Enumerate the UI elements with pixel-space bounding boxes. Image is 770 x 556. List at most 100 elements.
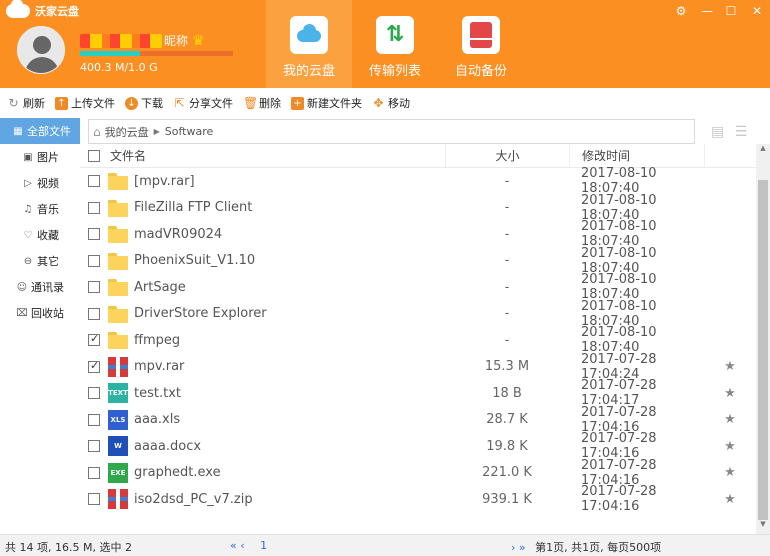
share-button[interactable]: ⇱ 分享文件 [173, 95, 233, 111]
breadcrumb-root[interactable]: 我的云盘 [105, 124, 149, 140]
sidebar-item-music[interactable]: ♫ 音乐 [0, 196, 80, 222]
file-name[interactable]: ArtSage [134, 280, 186, 295]
folder-icon [108, 251, 128, 271]
table-row[interactable]: madVR09024 - 2017-08-10 18:07:40 [80, 219, 756, 249]
header-name[interactable]: 文件名 [108, 147, 445, 164]
status-summary: 共 14 项, 16.5 M, 选中 2 [5, 541, 132, 554]
file-name[interactable]: PhoenixSuit_V1.10 [134, 253, 255, 268]
row-checkbox[interactable] [88, 307, 100, 320]
star-icon[interactable]: ★ [724, 359, 736, 374]
row-checkbox[interactable] [88, 387, 100, 400]
table-row[interactable]: EXE graphedt.exe 221.0 K 2017-07-28 17:04:1… [80, 458, 756, 488]
page-info-text: 第1页, 共1页, 每页500项 [535, 541, 662, 554]
close-button[interactable]: ✕ [750, 4, 764, 18]
delete-button[interactable]: 🗑 删除 [243, 95, 281, 111]
file-name[interactable]: ffmpeg [134, 333, 180, 348]
scroll-thumb[interactable] [758, 180, 768, 520]
download-button[interactable]: ↓ 下载 [125, 95, 163, 111]
table-row[interactable]: [mpv.rar] - 2017-08-10 18:07:40 [80, 166, 756, 197]
row-checkbox[interactable] [88, 228, 100, 241]
settings-gear-icon[interactable]: ⚙ [674, 4, 688, 18]
table-row[interactable]: TEXT test.txt 18 B 2017-07-28 17:04:17 ★ [80, 378, 756, 408]
breadcrumb: ⌂ 我的云盘 ▶ Software [88, 119, 695, 144]
file-size: - [504, 279, 510, 295]
page-info: › » 第1页, 共1页, 每页500项 [511, 539, 661, 555]
move-button[interactable]: ✥ 移动 [372, 95, 410, 111]
upload-button[interactable]: ↑ 上传文件 [55, 95, 115, 111]
sidebar-item-label: 其它 [37, 255, 59, 268]
table-row[interactable]: mpv.rar 15.3 M 2017-07-28 17:04:24 ★ [80, 352, 756, 382]
folder-icon [108, 171, 128, 191]
file-size: - [504, 226, 510, 242]
sidebar-item-video[interactable]: ▷ 视频 [0, 170, 80, 196]
sidebar-item-images[interactable]: ▣ 图片 [0, 144, 80, 170]
table-row[interactable]: ffmpeg - 2017-08-10 18:07:40 [80, 325, 756, 355]
header-date[interactable]: 修改时间 [569, 144, 704, 167]
table-row[interactable]: PhoenixSuit_V1.10 - 2017-08-10 18:07:40 [80, 246, 756, 276]
vertical-scrollbar[interactable]: ▲ ▼ [756, 144, 770, 534]
star-icon[interactable]: ★ [724, 386, 736, 401]
new-folder-label: 新建文件夹 [307, 97, 362, 110]
file-name[interactable]: FileZilla FTP Client [134, 200, 252, 215]
pager-next-button[interactable]: › » [511, 541, 526, 554]
row-checkbox[interactable] [88, 493, 100, 506]
pager-prev-button[interactable]: « ‹ [230, 539, 245, 552]
file-name[interactable]: test.txt [134, 386, 181, 401]
tab-auto-backup[interactable]: 自动备份 [438, 0, 524, 88]
row-checkbox[interactable] [88, 359, 100, 373]
minimize-button[interactable]: — [700, 4, 714, 18]
refresh-button[interactable]: ↻ 刷新 [7, 95, 45, 111]
archive-icon [108, 489, 128, 510]
quota-bar [80, 51, 233, 56]
sidebar-item-contacts[interactable]: ☺ 通讯录 [0, 274, 80, 300]
file-name[interactable]: madVR09024 [134, 227, 222, 242]
row-checkbox[interactable] [88, 175, 100, 188]
row-checkbox[interactable] [88, 440, 100, 453]
contacts-icon: ☺ [16, 281, 28, 293]
file-name[interactable]: graphedt.exe [134, 465, 221, 480]
sidebar-item-favorites[interactable]: ♡ 收藏 [0, 222, 80, 248]
select-all-checkbox[interactable] [88, 149, 100, 162]
sidebar-item-label: 图片 [37, 151, 59, 164]
file-name[interactable]: aaaa.docx [134, 439, 201, 454]
row-checkbox[interactable] [88, 413, 100, 426]
table-row[interactable]: XLS aaa.xls 28.7 K 2017-07-28 17:04:16 ★ [80, 405, 756, 435]
sidebar-item-recycle-bin[interactable]: ⌧ 回收站 [0, 300, 80, 326]
header-size[interactable]: 大小 [445, 144, 569, 167]
file-name[interactable]: iso2dsd_PC_v7.zip [134, 492, 253, 507]
star-icon[interactable]: ★ [724, 465, 736, 480]
sidebar-item-all-files[interactable]: ▦ 全部文件 [0, 118, 80, 144]
list-view-icon[interactable]: ☰ [735, 124, 748, 140]
scroll-down-icon[interactable]: ▼ [756, 520, 770, 534]
avatar[interactable] [17, 26, 65, 74]
file-name[interactable]: aaa.xls [134, 412, 180, 427]
scroll-up-icon[interactable]: ▲ [756, 144, 770, 158]
new-folder-button[interactable]: + 新建文件夹 [291, 95, 362, 111]
home-icon[interactable]: ⌂ [93, 125, 101, 139]
maximize-button[interactable]: ☐ [724, 4, 738, 18]
tab-my-cloud[interactable]: 我的云盘 [266, 0, 352, 88]
row-checkbox[interactable] [88, 332, 100, 347]
table-row[interactable]: FileZilla FTP Client - 2017-08-10 18:07:40 [80, 193, 756, 223]
table-row[interactable]: iso2dsd_PC_v7.zip 939.1 K 2017-07-28 17:04… [80, 484, 756, 514]
star-icon[interactable]: ★ [724, 412, 736, 427]
star-icon[interactable]: ★ [724, 439, 736, 454]
logo-cloud-icon [6, 0, 30, 18]
row-checkbox[interactable] [88, 466, 100, 479]
pager-current-page[interactable]: 1 [260, 539, 267, 552]
thumbnail-view-icon[interactable]: ▤ [711, 124, 724, 140]
table-row[interactable]: ArtSage - 2017-08-10 18:07:40 [80, 272, 756, 303]
row-checkbox[interactable] [88, 201, 100, 214]
star-icon[interactable]: ★ [724, 492, 736, 507]
sidebar-item-other[interactable]: ⊖ 其它 [0, 248, 80, 274]
file-name[interactable]: DriverStore Explorer [134, 306, 267, 321]
table-row[interactable]: DriverStore Explorer - 2017-08-10 18:07:40 [80, 299, 756, 329]
file-date: 2017-08-10 18:07:40 [581, 272, 657, 303]
file-date: 2017-08-10 18:07:40 [581, 166, 657, 197]
file-name[interactable]: mpv.rar [134, 359, 184, 374]
row-checkbox[interactable] [88, 254, 100, 267]
table-row[interactable]: Waaaa.docx 19.8 K 2017-07-28 17:04:16 ★ [80, 431, 756, 461]
row-checkbox[interactable] [88, 281, 100, 294]
file-name[interactable]: [mpv.rar] [134, 174, 195, 189]
tab-transfer-list[interactable]: ⇅ 传输列表 [352, 0, 438, 88]
